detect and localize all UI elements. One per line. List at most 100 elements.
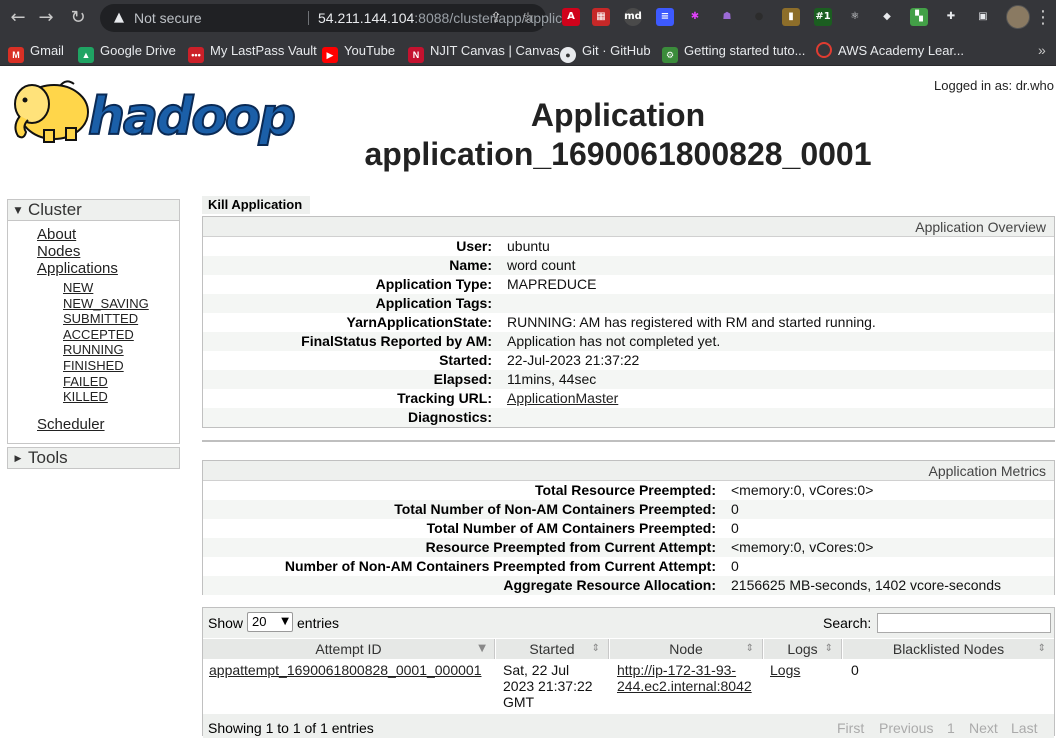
drive-icon: ▲: [78, 47, 94, 63]
pager-previous-button[interactable]: Previous: [879, 716, 933, 740]
sidepanel-icon[interactable]: ▣: [974, 8, 992, 26]
column-header-attempt-id[interactable]: Attempt ID ▼: [203, 639, 495, 659]
pager-last-button[interactable]: Last: [1011, 716, 1037, 740]
bookmark-lastpass[interactable]: ••• My LastPass Vault: [188, 42, 317, 63]
nav-nodes[interactable]: Nodes: [37, 243, 80, 260]
bookmark-aws-academy[interactable]: AWS Academy Lear...: [816, 42, 964, 60]
nav-state-new-saving[interactable]: NEW_SAVING: [63, 296, 149, 311]
bookmark-github[interactable]: ● Git · GitHub: [560, 42, 651, 63]
nav-state-finished[interactable]: FINISHED: [63, 358, 124, 373]
books-extension-icon[interactable]: ▮: [782, 8, 800, 26]
metrics-title: Application Metrics: [203, 461, 1054, 481]
sort-icon: ⇕: [591, 643, 600, 654]
kill-application-button[interactable]: Kill Application: [202, 196, 310, 214]
profile-avatar[interactable]: [1006, 5, 1030, 29]
sort-icon: ⇕: [824, 643, 833, 654]
overview-key: Elapsed:: [433, 371, 492, 387]
nav-scheduler[interactable]: Scheduler: [37, 416, 105, 433]
metrics-row: Resource Preempted from Current Attempt:…: [203, 538, 1054, 557]
chevron-down-icon: ▼: [281, 616, 289, 627]
nav-state-accepted[interactable]: ACCEPTED: [63, 327, 134, 342]
pager-page-button[interactable]: 1: [947, 716, 955, 740]
bookmark-gmail[interactable]: M Gmail: [8, 42, 64, 63]
address-bar[interactable]: ▲ Not secure 54.211.144.104:8088/cluster…: [100, 4, 574, 32]
overview-row: FinalStatus Reported by AM: Application h…: [203, 332, 1054, 351]
bookmark-google-drive[interactable]: ▲ Google Drive: [78, 42, 176, 63]
markdown-extension-icon[interactable]: md: [624, 8, 642, 26]
column-header-logs[interactable]: Logs ⇕: [764, 639, 842, 659]
search-input[interactable]: [877, 613, 1051, 633]
puzzle-extensions-icon[interactable]: ✚: [942, 8, 960, 26]
security-label: Not secure: [134, 10, 202, 26]
caret-right-icon: ▶: [14, 454, 22, 464]
overview-row: Elapsed: 11mins, 44sec: [203, 370, 1054, 389]
logged-in-label: Logged in as: dr.who: [934, 78, 1054, 93]
bookmark-label: AWS Academy Lear...: [838, 43, 964, 58]
forward-icon[interactable]: →: [34, 6, 58, 30]
metrics-row: Aggregate Resource Allocation: 2156625 MB…: [203, 576, 1054, 595]
nav-state-killed[interactable]: KILLED: [63, 389, 108, 404]
metrics-row: Total Number of Non-AM Containers Preemp…: [203, 500, 1054, 519]
react-extension-icon[interactable]: ⚛: [846, 8, 864, 26]
bookmark-youtube[interactable]: ▶ YouTube: [322, 42, 395, 63]
pdf-extension-icon[interactable]: A: [562, 8, 580, 26]
application-overview-panel: Application Overview User: ubuntu Name: wo…: [202, 216, 1055, 428]
gmail-icon: M: [8, 47, 24, 63]
logs-link[interactable]: Logs: [770, 662, 800, 678]
metrics-key: Total Resource Preempted:: [534, 482, 716, 498]
tools-section-toggle[interactable]: ▶ Tools: [7, 447, 180, 469]
nav-state-submitted[interactable]: SUBMITTED: [63, 311, 138, 326]
overview-row: Name: word count: [203, 256, 1054, 275]
node-cell: http://ip-172-31-93- 244.ec2.internal:804…: [617, 662, 752, 694]
metrics-value: <memory:0, vCores:0>: [731, 482, 874, 498]
page-title-line1: Application: [530, 97, 706, 133]
overview-value: MAPREDUCE: [507, 276, 597, 292]
column-header-label: Logs: [787, 641, 818, 657]
cluster-section-toggle[interactable]: ▼ Cluster: [7, 199, 180, 221]
more-bookmarks-icon[interactable]: »: [1038, 42, 1046, 58]
njit-icon: N: [408, 47, 424, 63]
cube-extension-icon[interactable]: ◆: [878, 8, 896, 26]
page-length-select[interactable]: 20 ▼: [247, 612, 293, 632]
reload-icon[interactable]: ↻: [66, 6, 90, 30]
bookmark-njit-canvas[interactable]: N NJIT Canvas | Canvas: [408, 42, 560, 63]
bookmark-star-icon[interactable]: ☆: [518, 8, 538, 28]
node-line: http://ip-172-31-93-: [617, 662, 737, 678]
attempt-id-link[interactable]: appattempt_1690061800828_0001_000001: [209, 662, 482, 678]
nav-about[interactable]: About: [37, 226, 76, 243]
overview-value: 11mins, 44sec: [507, 371, 597, 387]
metrics-row: Total Resource Preempted: <memory:0, vCor…: [203, 481, 1054, 500]
cat-extension-icon[interactable]: ☗: [718, 8, 736, 26]
back-icon[interactable]: ←: [6, 6, 30, 30]
overview-title: Application Overview: [203, 217, 1054, 237]
column-header-started[interactable]: Started ⇕: [496, 639, 609, 659]
share-icon[interactable]: ⇪: [486, 8, 506, 28]
bookmark-label: NJIT Canvas | Canvas: [430, 43, 560, 58]
tracking-url-link[interactable]: ApplicationMaster: [507, 390, 618, 406]
bookmark-getting-started[interactable]: ⚙ Getting started tuto...: [662, 42, 805, 63]
pager-first-button[interactable]: First: [837, 716, 864, 740]
overview-key: Application Type:: [375, 276, 492, 292]
sheets-extension-icon[interactable]: ▚: [910, 8, 928, 26]
column-header-blacklisted-nodes[interactable]: Blacklisted Nodes ⇕: [843, 639, 1054, 659]
github-icon: ●: [560, 47, 576, 63]
pin-extension-icon[interactable]: ●: [750, 8, 768, 26]
nav-state-failed[interactable]: FAILED: [63, 374, 108, 389]
overview-value: ApplicationMaster: [507, 389, 618, 408]
nav-applications[interactable]: Applications: [37, 260, 118, 277]
number-one-extension-icon[interactable]: #1: [814, 8, 832, 26]
overview-row: Tracking URL: ApplicationMaster: [203, 389, 1054, 408]
nav-state-new[interactable]: NEW: [63, 280, 93, 295]
column-header-node[interactable]: Node ⇕: [610, 639, 763, 659]
overview-key: Application Tags:: [375, 295, 492, 311]
metrics-value: 0: [731, 501, 739, 517]
nav-state-running[interactable]: RUNNING: [63, 342, 124, 357]
pager-next-button[interactable]: Next: [969, 716, 998, 740]
node-link[interactable]: http://ip-172-31-93- 244.ec2.internal:804…: [617, 662, 752, 694]
table-footer: Showing 1 to 1 of 1 entries First Previo…: [203, 714, 1054, 738]
office-extension-icon[interactable]: ▦: [592, 8, 610, 26]
menu-dots-icon[interactable]: ⋮: [1034, 6, 1052, 30]
overview-key: YarnApplicationState:: [346, 314, 492, 330]
form-extension-icon[interactable]: ≡: [656, 8, 674, 26]
pinwheel-extension-icon[interactable]: ✱: [686, 8, 704, 26]
